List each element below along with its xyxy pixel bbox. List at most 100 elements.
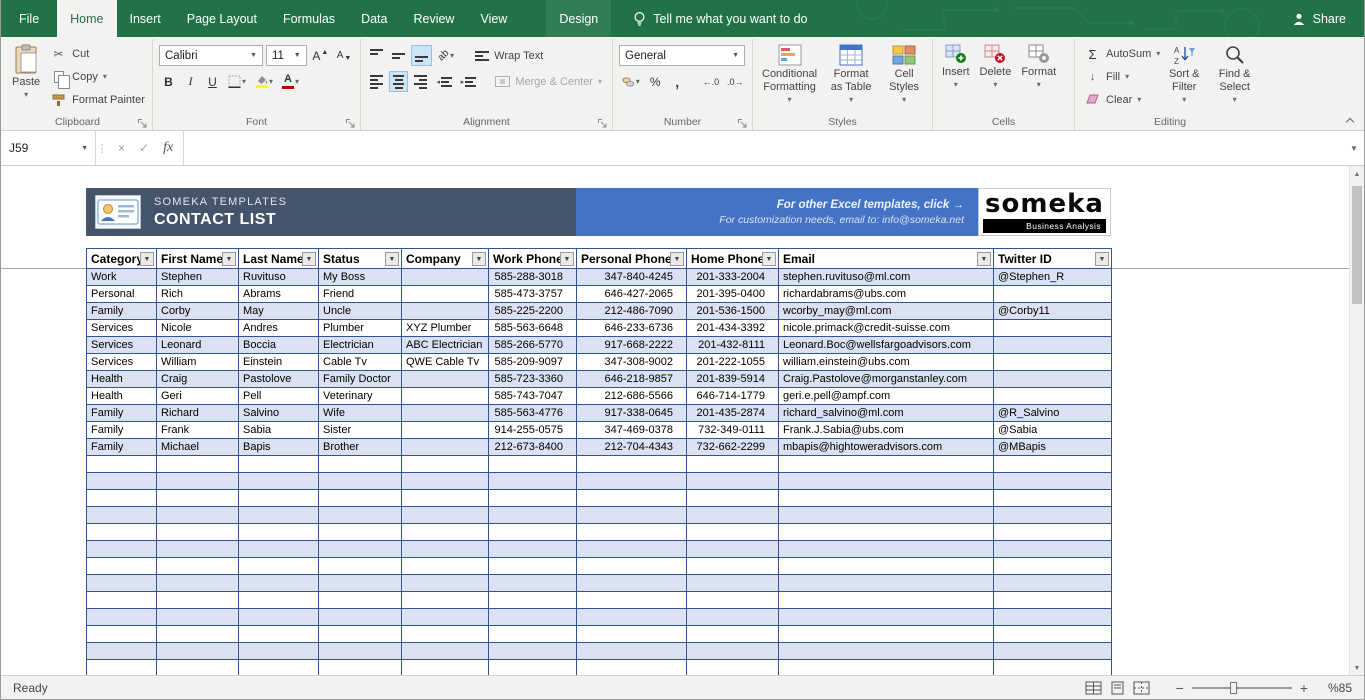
- cell[interactable]: [156, 489, 239, 507]
- cell[interactable]: [993, 642, 1112, 660]
- cell[interactable]: Friend: [318, 285, 402, 303]
- cell[interactable]: [993, 523, 1112, 541]
- paste-button[interactable]: Paste ▾: [7, 41, 45, 113]
- cell[interactable]: [238, 489, 319, 507]
- cell[interactable]: [488, 574, 577, 592]
- cell[interactable]: [686, 642, 779, 660]
- cell[interactable]: [86, 625, 157, 643]
- fill-button[interactable]: ↓ Fill ▾: [1084, 66, 1160, 87]
- cell[interactable]: [993, 506, 1112, 524]
- enter-icon[interactable]: ✓: [139, 141, 149, 155]
- cell[interactable]: [686, 574, 779, 592]
- column-header-work-phone[interactable]: Work Phone ▼: [488, 248, 577, 269]
- cell[interactable]: [86, 540, 157, 558]
- underline-button[interactable]: U: [203, 71, 222, 92]
- cell[interactable]: Einstein: [238, 353, 319, 371]
- zoom-in-button[interactable]: +: [1300, 680, 1308, 696]
- cell[interactable]: Leonard: [156, 336, 239, 354]
- increase-decimal-button[interactable]: ←.0: [700, 71, 721, 92]
- filter-button[interactable]: ▼: [302, 252, 316, 266]
- cell[interactable]: [318, 574, 402, 592]
- tab-insert[interactable]: Insert: [117, 0, 174, 37]
- filter-button[interactable]: ▼: [977, 252, 991, 266]
- cell[interactable]: [686, 506, 779, 524]
- cell[interactable]: Family: [86, 302, 157, 320]
- cell[interactable]: [401, 523, 489, 541]
- cell-styles-button[interactable]: Cell Styles ▾: [880, 41, 928, 107]
- cell[interactable]: [778, 489, 994, 507]
- cell[interactable]: Veterinary: [318, 387, 402, 405]
- cell[interactable]: Plumber: [318, 319, 402, 337]
- name-box[interactable]: J59 ▼: [1, 131, 96, 165]
- cell[interactable]: 201-333-2004: [686, 268, 779, 286]
- cell[interactable]: 585-563-4776: [488, 404, 577, 422]
- cell[interactable]: 585-288-3018: [488, 268, 577, 286]
- format-as-table-button[interactable]: Format as Table ▾: [822, 41, 880, 107]
- cell[interactable]: [401, 472, 489, 490]
- filter-button[interactable]: ▼: [670, 252, 684, 266]
- cell[interactable]: [993, 625, 1112, 643]
- cell[interactable]: [488, 523, 577, 541]
- cell[interactable]: Abrams: [238, 285, 319, 303]
- cell[interactable]: Wife: [318, 404, 402, 422]
- cell[interactable]: [238, 506, 319, 524]
- filter-button[interactable]: ▼: [762, 252, 776, 266]
- cell[interactable]: [86, 506, 157, 524]
- scroll-up-arrow-icon[interactable]: ▲: [1350, 166, 1364, 182]
- cell[interactable]: [156, 506, 239, 524]
- cell[interactable]: [778, 574, 994, 592]
- cancel-icon[interactable]: ×: [118, 141, 125, 155]
- cell[interactable]: [686, 540, 779, 558]
- cell[interactable]: [778, 540, 994, 558]
- cell[interactable]: Boccia: [238, 336, 319, 354]
- cell[interactable]: Electrician: [318, 336, 402, 354]
- cell[interactable]: [576, 608, 687, 626]
- cell[interactable]: [318, 506, 402, 524]
- conditional-formatting-button[interactable]: Conditional Formatting ▾: [757, 41, 822, 107]
- cell[interactable]: Stephen: [156, 268, 239, 286]
- cell[interactable]: Pastolove: [238, 370, 319, 388]
- cell[interactable]: [488, 489, 577, 507]
- cell[interactable]: [86, 591, 157, 609]
- cell[interactable]: [156, 523, 239, 541]
- sort-filter-button[interactable]: AZ Sort & Filter ▾: [1160, 41, 1208, 113]
- cell[interactable]: [318, 625, 402, 643]
- cell[interactable]: [401, 285, 489, 303]
- cell[interactable]: QWE Cable Tv: [401, 353, 489, 371]
- cell[interactable]: [401, 591, 489, 609]
- align-left-button[interactable]: [367, 71, 386, 92]
- cell[interactable]: [401, 370, 489, 388]
- cell[interactable]: [778, 472, 994, 490]
- tab-review[interactable]: Review: [400, 0, 467, 37]
- zoom-out-button[interactable]: −: [1176, 680, 1184, 696]
- bold-button[interactable]: B: [159, 71, 178, 92]
- cell[interactable]: [86, 472, 157, 490]
- insert-function-button[interactable]: fx: [163, 140, 173, 156]
- cell[interactable]: Salvino: [238, 404, 319, 422]
- column-header-twitter-id[interactable]: Twitter ID ▼: [993, 248, 1112, 269]
- cell[interactable]: [401, 625, 489, 643]
- cell[interactable]: My Boss: [318, 268, 402, 286]
- cell[interactable]: Sister: [318, 421, 402, 439]
- cell[interactable]: Pell: [238, 387, 319, 405]
- cell[interactable]: [686, 591, 779, 609]
- dialog-launcher-icon[interactable]: [597, 116, 608, 128]
- page-break-view-icon[interactable]: [1133, 681, 1150, 695]
- cell[interactable]: 201-434-3392: [686, 319, 779, 337]
- cell[interactable]: [778, 642, 994, 660]
- cell[interactable]: Family: [86, 404, 157, 422]
- cell[interactable]: 347-308-9002: [576, 353, 687, 371]
- cell[interactable]: [488, 506, 577, 524]
- cell[interactable]: [576, 574, 687, 592]
- cell[interactable]: [778, 625, 994, 643]
- cell[interactable]: [686, 659, 779, 676]
- cell[interactable]: [401, 574, 489, 592]
- cell[interactable]: [401, 540, 489, 558]
- normal-view-icon[interactable]: [1085, 681, 1102, 695]
- cell[interactable]: [156, 591, 239, 609]
- column-header-first-name[interactable]: First Name ▼: [156, 248, 239, 269]
- filter-button[interactable]: ▼: [222, 252, 236, 266]
- cell[interactable]: [576, 472, 687, 490]
- cell[interactable]: Health: [86, 370, 157, 388]
- cell[interactable]: May: [238, 302, 319, 320]
